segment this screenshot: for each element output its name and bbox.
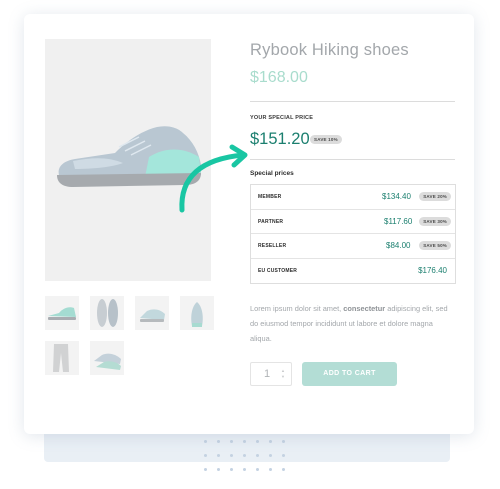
thumbnail-1[interactable] (45, 296, 79, 330)
special-prices-title: Special prices (250, 170, 294, 177)
product-card: Rybook Hiking shoes $168.00 YOUR SPECIAL… (24, 14, 474, 434)
add-to-cart-button[interactable]: ADD TO CART (302, 362, 397, 386)
special-prices-table: MEMBER $134.40 SAVE 20% PARTNER $117.60 … (250, 184, 456, 284)
tier-name: PARTNER (258, 218, 284, 225)
special-price: $151.20 (250, 130, 310, 148)
special-price-label: YOUR SPECIAL PRICE (250, 115, 314, 121)
tier-price: $176.40 (418, 265, 447, 275)
savings-badge: SAVE 10% (310, 135, 342, 144)
thumbnail-shoe-angle (140, 309, 165, 322)
original-price: $168.00 (250, 69, 308, 86)
quantity-stepper[interactable]: 1 ▲ ▼ (250, 362, 292, 386)
thumbnail-leggings (53, 344, 69, 372)
table-row: RESELLER $84.00 SAVE 50% (251, 234, 455, 259)
tier-savings-badge: SAVE 50% (419, 241, 451, 250)
stepper-arrows-icon[interactable]: ▲ ▼ (281, 368, 285, 380)
thumbnail-6[interactable] (90, 341, 124, 375)
table-row: EU CUSTOMER $176.40 (251, 259, 455, 284)
thumbnail-3[interactable] (135, 296, 169, 330)
tier-name: EU CUSTOMER (258, 267, 298, 274)
divider (250, 101, 455, 102)
description-emphasis: consectetur (343, 304, 386, 313)
thumbnail-4[interactable] (180, 296, 214, 330)
tier-name: MEMBER (258, 194, 282, 200)
tier-price: $134.40 (382, 192, 411, 201)
tier-savings-badge: SAVE 30% (419, 216, 451, 226)
thumbnail-shoe-pair (94, 353, 121, 370)
decorative-dot-grid (204, 440, 304, 480)
tier-price: $117.60 (384, 216, 413, 226)
thumbnail-shoe-side (48, 307, 76, 320)
curved-arrow-icon (179, 144, 248, 213)
tier-name: RESELLER (258, 243, 287, 249)
quantity-value: 1 (264, 368, 271, 380)
thumbnail-shoe-front (191, 302, 203, 327)
tier-price: $84.00 (386, 241, 411, 250)
product-description: Lorem ipsum dolor sit amet, consectetur … (250, 301, 450, 346)
thumbnail-shoe-soles (97, 299, 118, 327)
divider (250, 159, 455, 160)
description-text: Lorem ipsum dolor sit amet, (250, 304, 344, 313)
thumbnail-2[interactable] (90, 296, 124, 330)
tier-savings-badge: SAVE 20% (419, 192, 451, 201)
table-row: MEMBER $134.40 SAVE 20% (251, 185, 455, 210)
product-page-mockup: Rybook Hiking shoes $168.00 YOUR SPECIAL… (0, 0, 500, 489)
table-row: PARTNER $117.60 SAVE 30% (251, 210, 455, 234)
product-title: Rybook Hiking shoes (250, 41, 409, 59)
thumbnail-5[interactable] (45, 341, 79, 375)
